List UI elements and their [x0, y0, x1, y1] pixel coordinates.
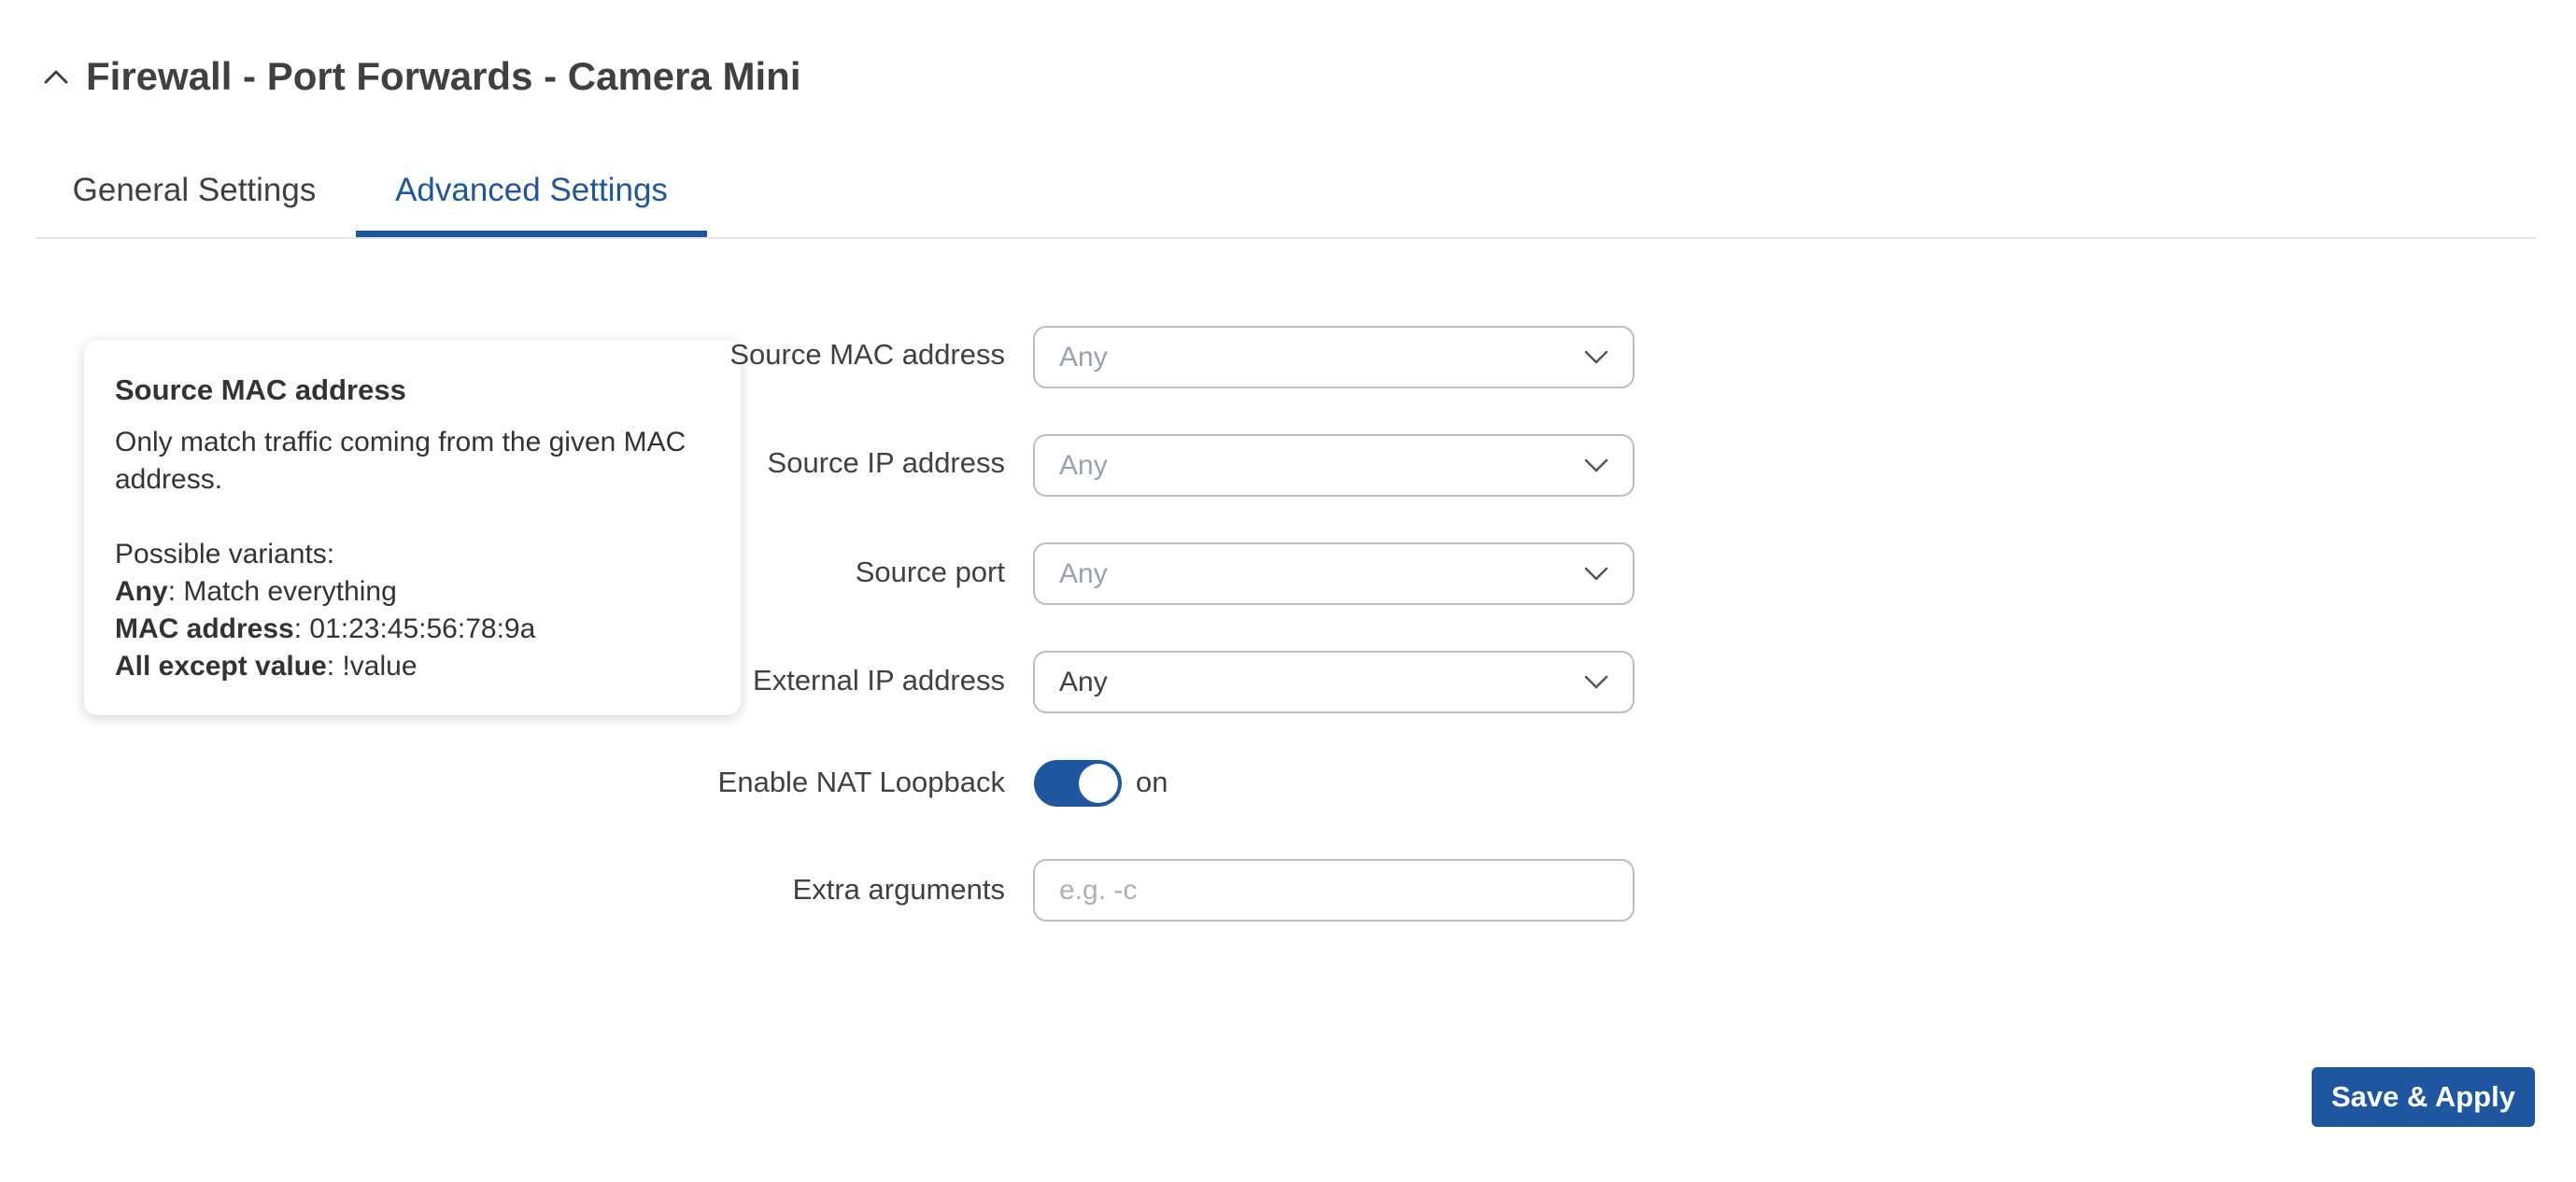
source-port-select[interactable]: Any: [1033, 542, 1635, 605]
extra-arguments-label: Extra arguments: [792, 873, 1005, 906]
source-mac-select[interactable]: Any: [1033, 326, 1635, 388]
page-header: Firewall - Port Forwards - Camera Mini: [35, 49, 801, 105]
chevron-down-icon: [1584, 458, 1608, 471]
nat-loopback-toggle[interactable]: [1034, 760, 1122, 807]
help-description: Only match traffic coming from the given…: [115, 427, 686, 495]
source-mac-value: Any: [1059, 341, 1108, 373]
external-ip-select[interactable]: Any: [1033, 651, 1635, 713]
help-variant: MAC address: 01:23:45:56:78:9a: [115, 611, 710, 648]
chevron-down-icon: [1584, 675, 1608, 688]
nat-loopback-label: Enable NAT Loopback: [717, 766, 1005, 798]
page-title: Firewall - Port Forwards - Camera Mini: [86, 54, 801, 98]
source-ip-value: Any: [1059, 449, 1108, 481]
chevron-down-icon: [1584, 567, 1608, 580]
help-variant: All except value: !value: [115, 648, 710, 685]
source-port-label: Source port: [855, 556, 1005, 588]
variant-desc: : Match everything: [167, 576, 397, 607]
toggle-knob: [1079, 764, 1118, 803]
variant-name: MAC address: [115, 613, 294, 644]
help-tooltip: Source MAC address Only match traffic co…: [84, 340, 741, 715]
tab-advanced-settings[interactable]: Advanced Settings: [356, 161, 707, 237]
nat-loopback-state: on: [1136, 766, 1168, 798]
help-variant: Any: Match everything: [115, 573, 710, 611]
variant-desc: : 01:23:45:56:78:9a: [293, 613, 536, 644]
source-ip-select[interactable]: Any: [1033, 434, 1635, 497]
external-ip-value: Any: [1059, 666, 1108, 697]
source-port-value: Any: [1059, 557, 1108, 589]
chevron-up-icon[interactable]: [35, 56, 77, 97]
source-mac-label: Source MAC address: [729, 338, 1005, 371]
tab-general-settings[interactable]: General Settings: [35, 161, 353, 237]
source-ip-label: Source IP address: [767, 446, 1005, 479]
help-variants-heading: Possible variants:: [115, 539, 335, 570]
extra-arguments-input[interactable]: [1033, 859, 1635, 922]
variant-desc: : !value: [326, 651, 418, 682]
external-ip-label: External IP address: [753, 664, 1005, 697]
help-title: Source MAC address: [115, 373, 406, 406]
save-apply-button[interactable]: Save & Apply: [2312, 1067, 2535, 1127]
variant-name: All except value: [115, 651, 327, 682]
tab-bar: General Settings Advanced Settings: [35, 161, 2537, 239]
variant-name: Any: [115, 576, 168, 607]
chevron-down-icon: [1584, 350, 1608, 363]
